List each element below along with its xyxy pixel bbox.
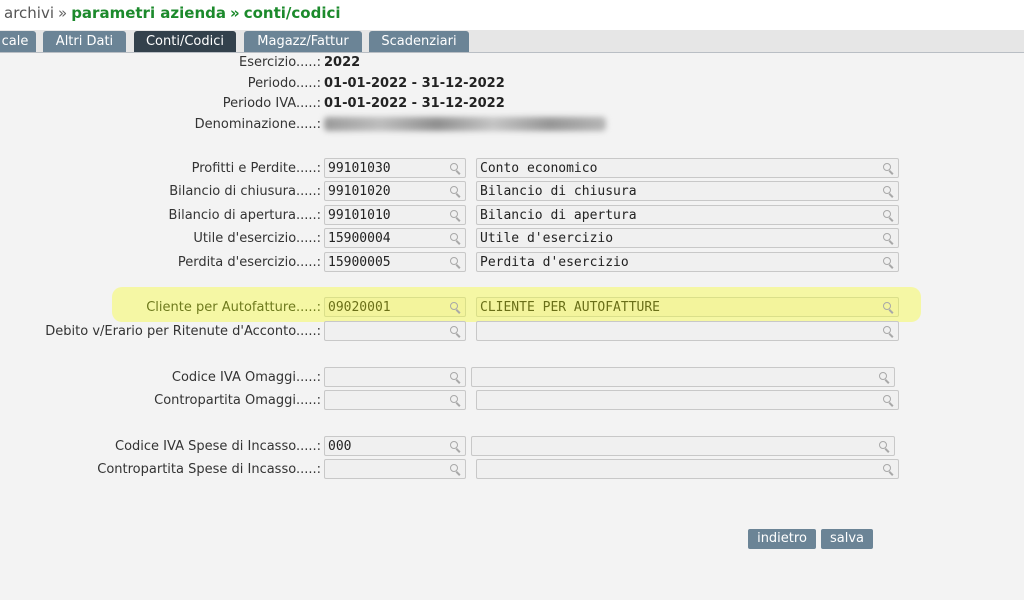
codice-iva-omaggi-code-input[interactable] [324, 367, 466, 387]
profitti-perdite-code-value: 99101030 [328, 161, 391, 176]
bilancio-chiusura-desc-input[interactable]: Bilancio di chiusura [476, 181, 899, 201]
contropartita-incasso-code-input[interactable] [324, 459, 466, 479]
tab-conti-codici[interactable]: Conti/Codici [134, 31, 236, 52]
contropartita-incasso-label: Contropartita Spese di Incasso.....: [97, 462, 321, 477]
bilancio-chiusura-code-input[interactable]: 99101020 [324, 181, 466, 201]
profitti-perdite-desc-input[interactable]: Conto economico [476, 158, 899, 178]
cliente-autofatture-code-input[interactable]: 09020001 [324, 297, 466, 317]
periodo-iva-label: Periodo IVA.....: [222, 96, 321, 111]
bilancio-apertura-code-input[interactable]: 99101010 [324, 205, 466, 225]
search-icon[interactable] [883, 257, 894, 268]
search-icon[interactable] [450, 372, 461, 383]
search-icon[interactable] [450, 257, 461, 268]
search-icon[interactable] [883, 302, 894, 313]
breadcrumb-conti-codici: conti/codici [243, 4, 341, 22]
perdita-esercizio-code-input[interactable]: 15900005 [324, 252, 466, 272]
search-icon[interactable] [450, 395, 461, 406]
bilancio-chiusura-code-value: 99101020 [328, 184, 391, 199]
codice-iva-incasso-code-input[interactable]: 000 [324, 436, 466, 456]
indietro-button[interactable]: indietro [748, 529, 816, 549]
contropartita-incasso-desc-input[interactable] [476, 459, 899, 479]
debito-erario-desc-input[interactable] [476, 321, 899, 341]
codice-iva-incasso-code-value: 000 [328, 439, 352, 454]
profitti-perdite-label: Profitti e Perdite.....: [191, 161, 321, 176]
debito-erario-label: Debito v/Erario per Ritenute d'Acconto..… [45, 324, 321, 339]
search-icon[interactable] [883, 326, 894, 337]
search-icon[interactable] [883, 186, 894, 197]
search-icon[interactable] [450, 441, 461, 452]
search-icon[interactable] [879, 441, 890, 452]
utile-esercizio-code-input[interactable]: 15900004 [324, 228, 466, 248]
codice-iva-incasso-label: Codice IVA Spese di Incasso.....: [115, 439, 321, 454]
search-icon[interactable] [450, 186, 461, 197]
periodo-value: 01-01-2022 - 31-12-2022 [324, 76, 505, 91]
cliente-autofatture-desc-input[interactable]: CLIENTE PER AUTOFATTURE [476, 297, 899, 317]
search-icon[interactable] [883, 163, 894, 174]
search-icon[interactable] [450, 233, 461, 244]
tab-magazz-fattur[interactable]: Magazz/Fattur [244, 31, 362, 52]
contropartita-omaggi-desc-input[interactable] [476, 390, 899, 410]
search-icon[interactable] [450, 464, 461, 475]
utile-esercizio-label: Utile d'esercizio.....: [193, 231, 321, 246]
denominazione-value-redacted [324, 117, 606, 131]
contropartita-omaggi-code-input[interactable] [324, 390, 466, 410]
search-icon[interactable] [450, 326, 461, 337]
perdita-esercizio-desc-value: Perdita d'esercizio [480, 255, 629, 270]
contropartita-omaggi-label: Contropartita Omaggi.....: [154, 393, 321, 408]
search-icon[interactable] [883, 210, 894, 221]
esercizio-label: Esercizio.....: [238, 55, 321, 70]
utile-esercizio-desc-input[interactable]: Utile d'esercizio [476, 228, 899, 248]
perdita-esercizio-desc-input[interactable]: Perdita d'esercizio [476, 252, 899, 272]
cliente-autofatture-code-value: 09020001 [328, 300, 391, 315]
periodo-iva-value: 01-01-2022 - 31-12-2022 [324, 96, 505, 111]
profitti-perdite-desc-value: Conto economico [480, 161, 598, 176]
codice-iva-incasso-desc-input[interactable] [471, 436, 895, 456]
utile-esercizio-desc-value: Utile d'esercizio [480, 231, 614, 246]
bilancio-apertura-desc-value: Bilancio di apertura [480, 208, 637, 223]
search-icon[interactable] [883, 233, 894, 244]
search-icon[interactable] [450, 302, 461, 313]
bilancio-chiusura-desc-value: Bilancio di chiusura [480, 184, 637, 199]
codice-iva-omaggi-label: Codice IVA Omaggi.....: [171, 370, 321, 385]
breadcrumb: archivi» parametri azienda» conti/codici [4, 4, 341, 22]
cliente-autofatture-label: Cliente per Autofatture.....: [146, 300, 321, 315]
utile-esercizio-code-value: 15900004 [328, 231, 391, 246]
search-icon[interactable] [883, 395, 894, 406]
breadcrumb-separator: » [230, 4, 240, 22]
tab-bar: cale Altri Dati Conti/Codici Magazz/Fatt… [0, 30, 1024, 53]
search-icon[interactable] [883, 464, 894, 475]
bilancio-apertura-label: Bilancio di apertura.....: [168, 208, 321, 223]
cliente-autofatture-desc-value: CLIENTE PER AUTOFATTURE [480, 300, 661, 315]
perdita-esercizio-code-value: 15900005 [328, 255, 391, 270]
bilancio-apertura-desc-input[interactable]: Bilancio di apertura [476, 205, 899, 225]
breadcrumb-separator: » [58, 4, 68, 22]
codice-iva-omaggi-desc-input[interactable] [471, 367, 895, 387]
bilancio-chiusura-label: Bilancio di chiusura.....: [169, 184, 321, 199]
top-bar: archivi» parametri azienda» conti/codici [0, 0, 1024, 31]
breadcrumb-archivi[interactable]: archivi [4, 4, 54, 22]
tab-scadenziari[interactable]: Scadenziari [369, 31, 469, 52]
breadcrumb-parametri-azienda[interactable]: parametri azienda [71, 4, 226, 22]
esercizio-value: 2022 [324, 55, 361, 70]
salva-button[interactable]: salva [821, 529, 873, 549]
tab-fiscale[interactable]: cale [0, 31, 36, 52]
periodo-label: Periodo.....: [247, 76, 321, 91]
perdita-esercizio-label: Perdita d'esercizio.....: [177, 255, 321, 270]
denominazione-label: Denominazione.....: [194, 117, 321, 132]
search-icon[interactable] [879, 372, 890, 383]
debito-erario-code-input[interactable] [324, 321, 466, 341]
tab-altri-dati[interactable]: Altri Dati [43, 31, 126, 52]
search-icon[interactable] [450, 163, 461, 174]
bilancio-apertura-code-value: 99101010 [328, 208, 391, 223]
search-icon[interactable] [450, 210, 461, 221]
profitti-perdite-code-input[interactable]: 99101030 [324, 158, 466, 178]
